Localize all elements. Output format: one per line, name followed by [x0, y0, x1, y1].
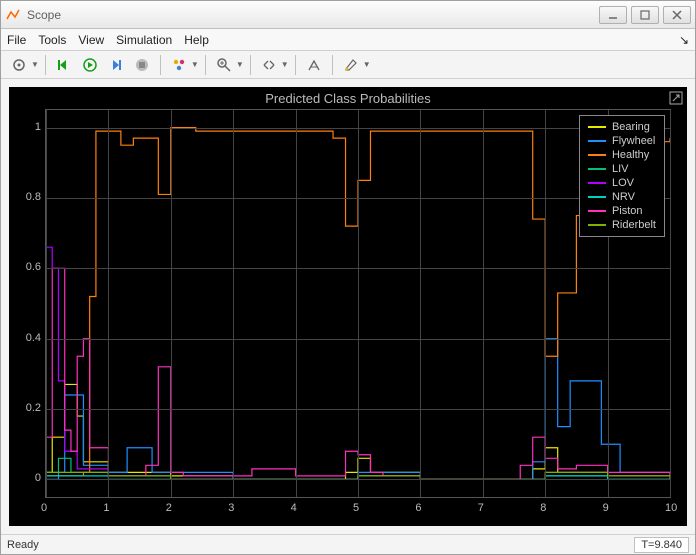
plot-area: Predicted Class Probabilities BearingFly… — [1, 79, 695, 534]
legend-label: LIV — [612, 162, 629, 176]
legend-label: LOV — [612, 176, 634, 190]
triggers-button[interactable] — [167, 54, 191, 76]
menu-view[interactable]: View — [78, 33, 104, 47]
step-forward-button[interactable] — [104, 54, 128, 76]
chevron-down-icon[interactable]: ▼ — [236, 60, 244, 69]
x-tick: 6 — [415, 502, 421, 514]
legend-label: Healthy — [612, 148, 649, 162]
statusbar: Ready T=9.840 — [1, 534, 695, 554]
status-ready: Ready — [7, 539, 39, 551]
status-time: T=9.840 — [634, 537, 689, 553]
legend-swatch — [588, 168, 606, 170]
legend-item-liv[interactable]: LIV — [588, 162, 656, 176]
restore-layout-icon[interactable] — [669, 91, 683, 108]
titlebar: Scope — [1, 1, 695, 29]
step-back-button[interactable] — [52, 54, 76, 76]
legend-swatch — [588, 140, 606, 142]
chevron-down-icon[interactable]: ▼ — [363, 60, 371, 69]
y-tick: 0.8 — [26, 191, 41, 203]
menu-help[interactable]: Help — [184, 33, 209, 47]
run-button[interactable] — [78, 54, 102, 76]
x-tick: 3 — [228, 502, 234, 514]
legend-label: NRV — [612, 190, 635, 204]
chevron-down-icon[interactable]: ▼ — [281, 60, 289, 69]
measurements-button[interactable] — [302, 54, 326, 76]
y-tick: 0.2 — [26, 402, 41, 414]
legend-label: Piston — [612, 204, 643, 218]
y-tick: 0.6 — [26, 261, 41, 273]
legend-swatch — [588, 182, 606, 184]
window-title: Scope — [27, 8, 599, 22]
x-tick: 5 — [353, 502, 359, 514]
x-tick: 8 — [540, 502, 546, 514]
y-tick: 1 — [35, 121, 41, 133]
zoom-button[interactable] — [212, 54, 236, 76]
menu-file[interactable]: File — [7, 33, 26, 47]
close-button[interactable] — [663, 6, 691, 24]
legend[interactable]: BearingFlywheelHealthyLIVLOVNRVPistonRid… — [579, 115, 665, 237]
y-tick: 0 — [35, 472, 41, 484]
scope-panel: Predicted Class Probabilities BearingFly… — [9, 87, 687, 526]
legend-item-riderbelt[interactable]: Riderbelt — [588, 218, 656, 232]
toolbar: ▼ ▼ ▼ ▼ ▼ — [1, 51, 695, 79]
highlight-button[interactable] — [339, 54, 363, 76]
legend-label: Bearing — [612, 120, 650, 134]
menu-simulation[interactable]: Simulation — [116, 33, 172, 47]
chevron-down-icon[interactable]: ▼ — [31, 60, 39, 69]
autoscale-button[interactable] — [257, 54, 281, 76]
legend-label: Riderbelt — [612, 218, 656, 232]
config-button[interactable] — [7, 54, 31, 76]
maximize-button[interactable] — [631, 6, 659, 24]
legend-item-bearing[interactable]: Bearing — [588, 120, 656, 134]
legend-item-flywheel[interactable]: Flywheel — [588, 134, 656, 148]
x-tick: 10 — [665, 502, 677, 514]
legend-swatch — [588, 154, 606, 156]
x-tick: 9 — [603, 502, 609, 514]
legend-item-nrv[interactable]: NRV — [588, 190, 656, 204]
legend-swatch — [588, 224, 606, 226]
chevron-down-icon[interactable]: ▼ — [191, 60, 199, 69]
x-tick: 0 — [41, 502, 47, 514]
x-tick: 4 — [291, 502, 297, 514]
minimize-button[interactable] — [599, 6, 627, 24]
legend-item-piston[interactable]: Piston — [588, 204, 656, 218]
x-tick: 7 — [478, 502, 484, 514]
chart-title: Predicted Class Probabilities — [9, 91, 687, 106]
menu-tools[interactable]: Tools — [38, 33, 66, 47]
x-tick: 1 — [103, 502, 109, 514]
legend-swatch — [588, 196, 606, 198]
legend-item-healthy[interactable]: Healthy — [588, 148, 656, 162]
undock-icon[interactable]: ↘ — [679, 33, 689, 47]
menubar: File Tools View Simulation Help ↘ — [1, 29, 695, 51]
stop-button[interactable] — [130, 54, 154, 76]
y-tick: 0.4 — [26, 332, 41, 344]
plot-box[interactable] — [45, 109, 671, 498]
x-tick: 2 — [166, 502, 172, 514]
legend-label: Flywheel — [612, 134, 655, 148]
legend-item-lov[interactable]: LOV — [588, 176, 656, 190]
legend-swatch — [588, 210, 606, 212]
app-icon — [5, 7, 21, 23]
legend-swatch — [588, 126, 606, 128]
